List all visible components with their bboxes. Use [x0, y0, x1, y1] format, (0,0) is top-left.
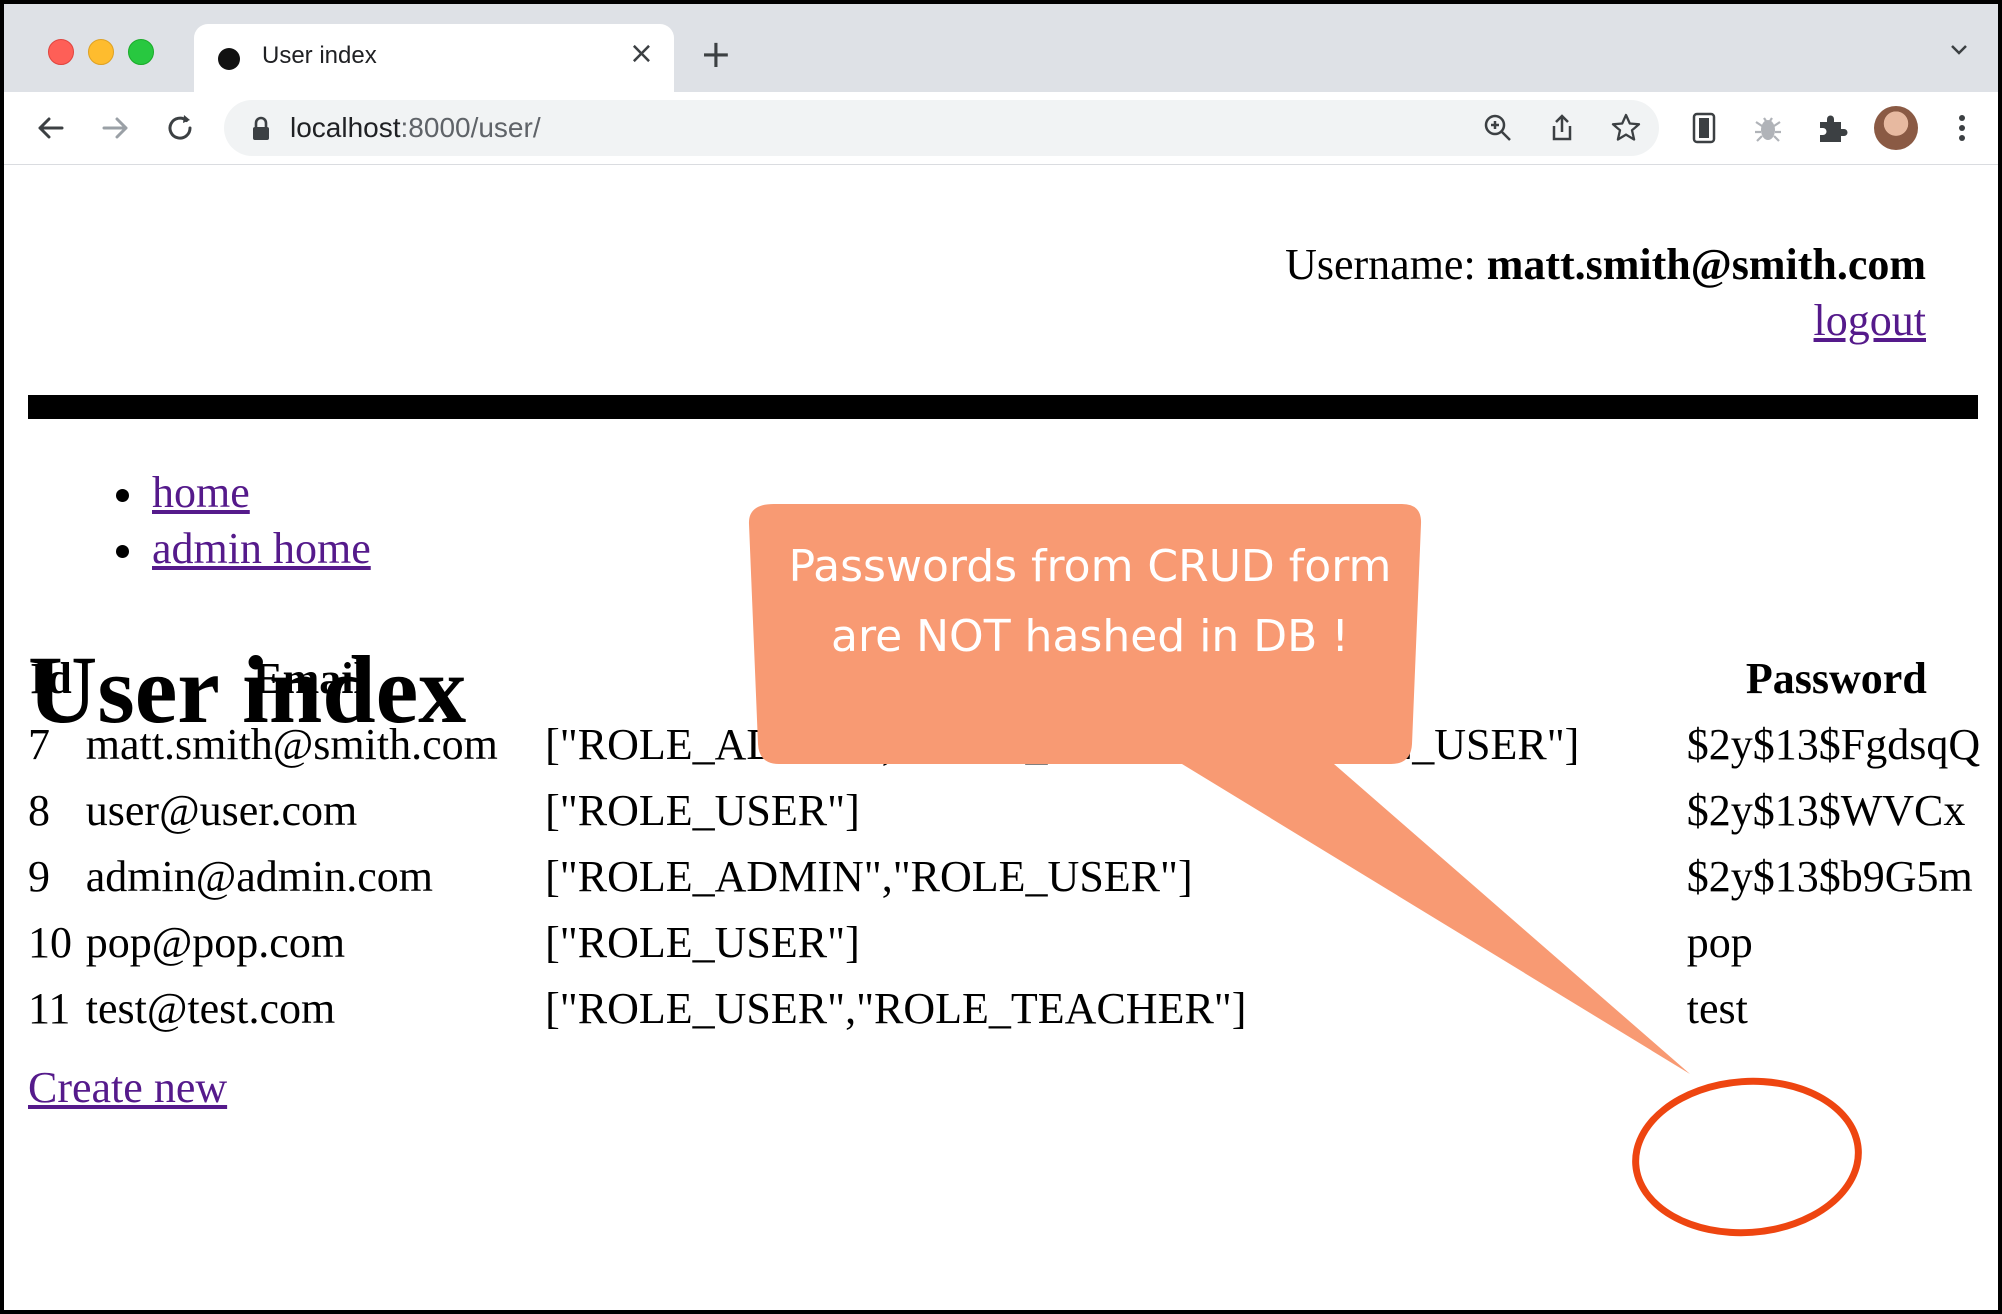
bookmark-star-icon[interactable]: [1610, 112, 1642, 144]
header-password: Password: [1745, 653, 1927, 703]
tab-user-index[interactable]: User index ×: [194, 24, 674, 92]
cell-password: test: [1686, 983, 1748, 1033]
cell-password: $2y$13$FgdsqQ: [1686, 719, 1981, 769]
profile-avatar[interactable]: [1874, 106, 1918, 150]
cell-email: test@test.com: [85, 983, 336, 1033]
cell-id: 9: [28, 851, 50, 901]
reload-icon[interactable]: [160, 108, 200, 148]
extension-device-icon[interactable]: [1684, 108, 1724, 148]
minimize-window-button[interactable]: [88, 39, 114, 65]
cell-email: pop@pop.com: [85, 917, 346, 967]
logout-link[interactable]: logout: [1814, 296, 1926, 345]
cell-id: 10: [28, 917, 72, 967]
cell-email: admin@admin.com: [85, 851, 433, 901]
zoom-icon[interactable]: [1482, 112, 1514, 144]
lock-icon[interactable]: [250, 116, 272, 142]
cell-roles: ["ROLE_USER"]: [545, 785, 860, 835]
admin-home-link[interactable]: admin home: [152, 524, 371, 573]
username-label: Username:: [1285, 240, 1487, 289]
tab-search-chevron-icon[interactable]: [1948, 38, 1970, 60]
cell-roles: ["ROLE_ADMIN","ROLE_TEACHER","ROLE_USER"…: [545, 719, 1580, 769]
cell-roles: ["ROLE_USER"]: [545, 917, 860, 967]
header-id: Id: [30, 653, 72, 703]
create-new-link[interactable]: Create new: [28, 1062, 227, 1113]
nav-item-home: home: [112, 465, 371, 521]
cell-email: matt.smith@smith.com: [85, 719, 498, 769]
username-value: matt.smith@smith.com: [1486, 240, 1926, 289]
header-email: Email: [253, 653, 366, 703]
cell-id: 11: [28, 983, 71, 1033]
screenshot-frame: User index × + localhost:8000/user/ User…: [0, 0, 2002, 1314]
tab-strip: User index × +: [4, 4, 1998, 92]
browser-toolbar: localhost:8000/user/: [4, 92, 1998, 165]
table-row: 11 test@test.com ["ROLE_USER","ROLE_TEAC…: [28, 975, 1986, 1041]
cell-id: 8: [28, 785, 50, 835]
tab-title: User index: [262, 42, 377, 69]
maximize-window-button[interactable]: [128, 39, 154, 65]
cell-password: pop: [1686, 917, 1753, 967]
tab-close-icon[interactable]: ×: [629, 36, 654, 71]
table-row: 10 pop@pop.com ["ROLE_USER"] pop: [28, 909, 1986, 975]
user-box: Username: matt.smith@smith.com logout: [1285, 237, 1926, 349]
cell-email: user@user.com: [85, 785, 358, 835]
cell-roles: ["ROLE_USER","ROLE_TEACHER"]: [545, 983, 1247, 1033]
back-icon[interactable]: [30, 108, 70, 148]
menu-kebab-icon[interactable]: [1942, 108, 1982, 148]
forward-icon[interactable]: [96, 108, 136, 148]
home-link[interactable]: home: [152, 468, 250, 517]
share-icon[interactable]: [1546, 112, 1578, 144]
extension-bug-icon[interactable]: [1748, 108, 1788, 148]
user-table: Id Email Roles Password 7 matt.smith@smi…: [16, 645, 1998, 1041]
favicon-icon: [218, 48, 240, 70]
callout-text: Passwords from CRUD form are NOT hashed …: [788, 541, 1392, 662]
cell-roles: ["ROLE_ADMIN","ROLE_USER"]: [545, 851, 1193, 901]
new-tab-button[interactable]: +: [700, 32, 732, 76]
table-row: 9 admin@admin.com ["ROLE_ADMIN","ROLE_US…: [28, 843, 1986, 909]
table-row: 8 user@user.com ["ROLE_USER"] $2y$13$WVC…: [28, 777, 1986, 843]
table-row: 7 matt.smith@smith.com ["ROLE_ADMIN","RO…: [28, 711, 1986, 777]
username-line: Username: matt.smith@smith.com: [1285, 237, 1926, 293]
extensions-puzzle-icon[interactable]: [1812, 108, 1852, 148]
cell-password: $2y$13$b9G5m: [1686, 851, 1973, 901]
nav-list: home admin home: [112, 465, 371, 577]
address-bar[interactable]: localhost:8000/user/: [224, 100, 1659, 156]
url-text[interactable]: localhost:8000/user/: [290, 112, 541, 144]
cell-id: 7: [28, 719, 50, 769]
header-divider: [28, 395, 1978, 419]
nav-item-admin-home: admin home: [112, 521, 371, 577]
close-window-button[interactable]: [48, 39, 74, 65]
url-path: :8000/user/: [400, 112, 541, 143]
cell-password: $2y$13$WVCx: [1686, 785, 1966, 835]
url-host: localhost: [290, 112, 401, 143]
